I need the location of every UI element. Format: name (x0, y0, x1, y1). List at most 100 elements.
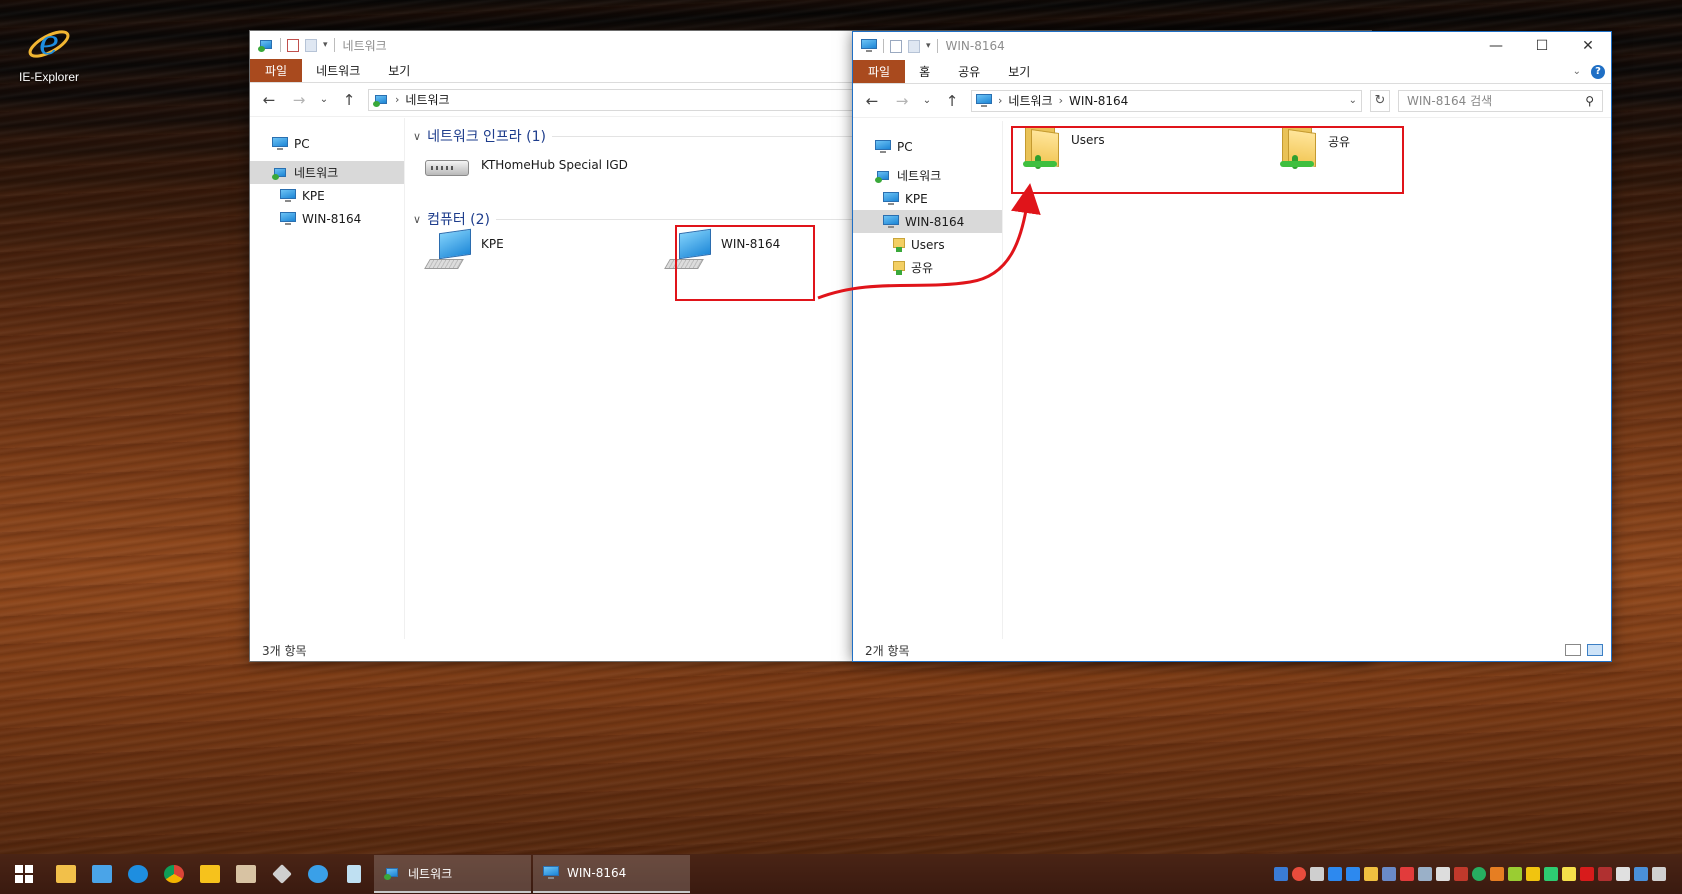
sidebar-item-label: KPE (905, 191, 928, 206)
tray-app-icon[interactable] (1652, 867, 1666, 881)
recent-locations-icon[interactable]: ⌄ (318, 94, 330, 105)
breadcrumb-separator-icon[interactable]: › (1059, 94, 1063, 107)
tab-file[interactable]: 파일 (853, 60, 906, 83)
recent-locations-icon[interactable]: ⌄ (921, 95, 933, 106)
address-dropdown-icon[interactable]: ⌄ (1349, 95, 1357, 106)
quick-access-toolbar: ▾ (861, 39, 938, 53)
recycle-pin[interactable] (336, 854, 372, 894)
maximize-icon[interactable]: ☐ (1519, 32, 1565, 60)
tray-app-icon[interactable] (1526, 867, 1540, 881)
tray-app-icon[interactable] (1634, 867, 1648, 881)
tray-app-icon[interactable] (1328, 867, 1342, 881)
ie-explorer-desktop-icon[interactable]: e IE-Explorer (14, 20, 84, 84)
tool-pin[interactable] (264, 854, 300, 894)
globe-pin[interactable] (300, 854, 336, 894)
network-icon (875, 169, 891, 183)
breadcrumb-separator-icon[interactable]: › (998, 94, 1002, 107)
forward-arrow-icon[interactable]: → (891, 92, 913, 110)
sidebar-item-pc[interactable]: PC (853, 135, 1002, 158)
sidebar-item-kpe[interactable]: KPE (853, 187, 1002, 210)
chrome-pin[interactable] (156, 854, 192, 894)
tray-app-icon[interactable] (1472, 867, 1486, 881)
help-icon[interactable]: ? (1591, 64, 1605, 79)
tray-app-icon[interactable] (1454, 867, 1468, 881)
tray-app-icon[interactable] (1616, 867, 1630, 881)
back-arrow-icon[interactable]: ← (861, 92, 883, 110)
address-bar[interactable]: › 네트워크 › WIN-8164 ⌄ (971, 89, 1362, 112)
sidebar-item-share[interactable]: 공유 (853, 256, 1002, 279)
chrome-icon (164, 865, 184, 883)
sidebar-item-win-8164[interactable]: WIN-8164 (853, 210, 1002, 233)
taskbar-task-network[interactable]: 네트워크 (374, 855, 531, 893)
back-arrow-icon[interactable]: ← (258, 91, 280, 109)
tab-view[interactable]: 보기 (994, 60, 1044, 83)
tab-network[interactable]: 네트워크 (302, 59, 374, 82)
computer-icon (861, 39, 877, 53)
player-icon (200, 865, 220, 883)
new-folder-icon[interactable] (305, 38, 317, 52)
tray-app-icon[interactable] (1508, 867, 1522, 881)
item-computer-kpe[interactable]: KPE (424, 228, 504, 275)
breadcrumb-network[interactable]: 네트워크 (1008, 92, 1052, 109)
separator (936, 39, 938, 53)
up-arrow-icon[interactable]: ↑ (338, 91, 360, 109)
refresh-icon[interactable]: ↻ (1370, 89, 1390, 112)
taskbar-task-win-8164[interactable]: WIN-8164 (533, 855, 690, 893)
large-icons-view-icon[interactable] (1587, 644, 1603, 656)
tab-view[interactable]: 보기 (374, 59, 424, 82)
tray-app-icon[interactable] (1274, 867, 1288, 881)
svg-text:e: e (39, 23, 59, 63)
sidebar-item-pc[interactable]: PC (250, 132, 404, 155)
details-view-icon[interactable] (1565, 644, 1581, 656)
sidebar-item-network[interactable]: 네트워크 (250, 161, 404, 184)
sidebar-item-network[interactable]: 네트워크 (853, 164, 1002, 187)
tray-app-icon[interactable] (1346, 867, 1360, 881)
tray-app-icon[interactable] (1400, 867, 1414, 881)
tray-app-icon[interactable] (1490, 867, 1504, 881)
item-label: KTHomeHub Special IGD (481, 158, 628, 172)
customize-dropdown-icon[interactable]: ▾ (926, 41, 931, 51)
properties-icon[interactable] (287, 38, 299, 52)
network-pin[interactable] (84, 854, 120, 894)
customize-dropdown-icon[interactable]: ▾ (323, 40, 328, 50)
item-kthomehub-router[interactable]: KTHomeHub Special IGD (423, 152, 628, 180)
computer-icon (280, 188, 296, 203)
sidebar-item-users[interactable]: Users (853, 233, 1002, 256)
player-pin[interactable] (192, 854, 228, 894)
tray-app-icon[interactable] (1364, 867, 1378, 881)
new-folder-icon[interactable] (908, 39, 920, 53)
sidebar-item-win-8164[interactable]: WIN-8164 (250, 207, 404, 230)
expand-ribbon-icon[interactable]: ⌄ (1573, 66, 1581, 77)
tray-app-icon[interactable] (1562, 867, 1576, 881)
breadcrumb-separator-icon[interactable]: › (395, 93, 399, 106)
tab-share[interactable]: 공유 (944, 60, 994, 83)
box-app-pin[interactable] (228, 854, 264, 894)
sidebar-item-kpe[interactable]: KPE (250, 184, 404, 207)
tray-app-icon[interactable] (1544, 867, 1558, 881)
close-icon[interactable]: ✕ (1565, 32, 1611, 60)
tab-home[interactable]: 홈 (905, 60, 944, 83)
ie-pin[interactable] (120, 854, 156, 894)
search-input[interactable]: WIN-8164 검색 ⚲ (1398, 89, 1603, 112)
tray-app-icon[interactable] (1580, 867, 1594, 881)
forward-arrow-icon[interactable]: → (288, 91, 310, 109)
tray-app-icon[interactable] (1292, 867, 1306, 881)
breadcrumb-network[interactable]: 네트워크 (405, 91, 449, 108)
tray-app-icon[interactable] (1382, 867, 1396, 881)
file-explorer-pin[interactable] (48, 854, 84, 894)
tray-app-icon[interactable] (1418, 867, 1432, 881)
breadcrumb-win-8164[interactable]: WIN-8164 (1069, 94, 1128, 108)
tray-app-icon[interactable] (1436, 867, 1450, 881)
sidebar-item-label: Users (911, 237, 945, 252)
start-button[interactable] (0, 854, 48, 894)
tab-file[interactable]: 파일 (250, 59, 303, 82)
up-arrow-icon[interactable]: ↑ (941, 92, 963, 110)
properties-icon[interactable] (890, 39, 902, 53)
minimize-icon[interactable]: — (1473, 32, 1519, 60)
tray-app-icon[interactable] (1310, 867, 1324, 881)
shared-folder-icon (893, 260, 905, 275)
globe-icon (308, 865, 328, 883)
task-label: WIN-8164 (567, 866, 627, 880)
tray-app-icon[interactable] (1598, 867, 1612, 881)
search-icon[interactable]: ⚲ (1585, 94, 1594, 108)
